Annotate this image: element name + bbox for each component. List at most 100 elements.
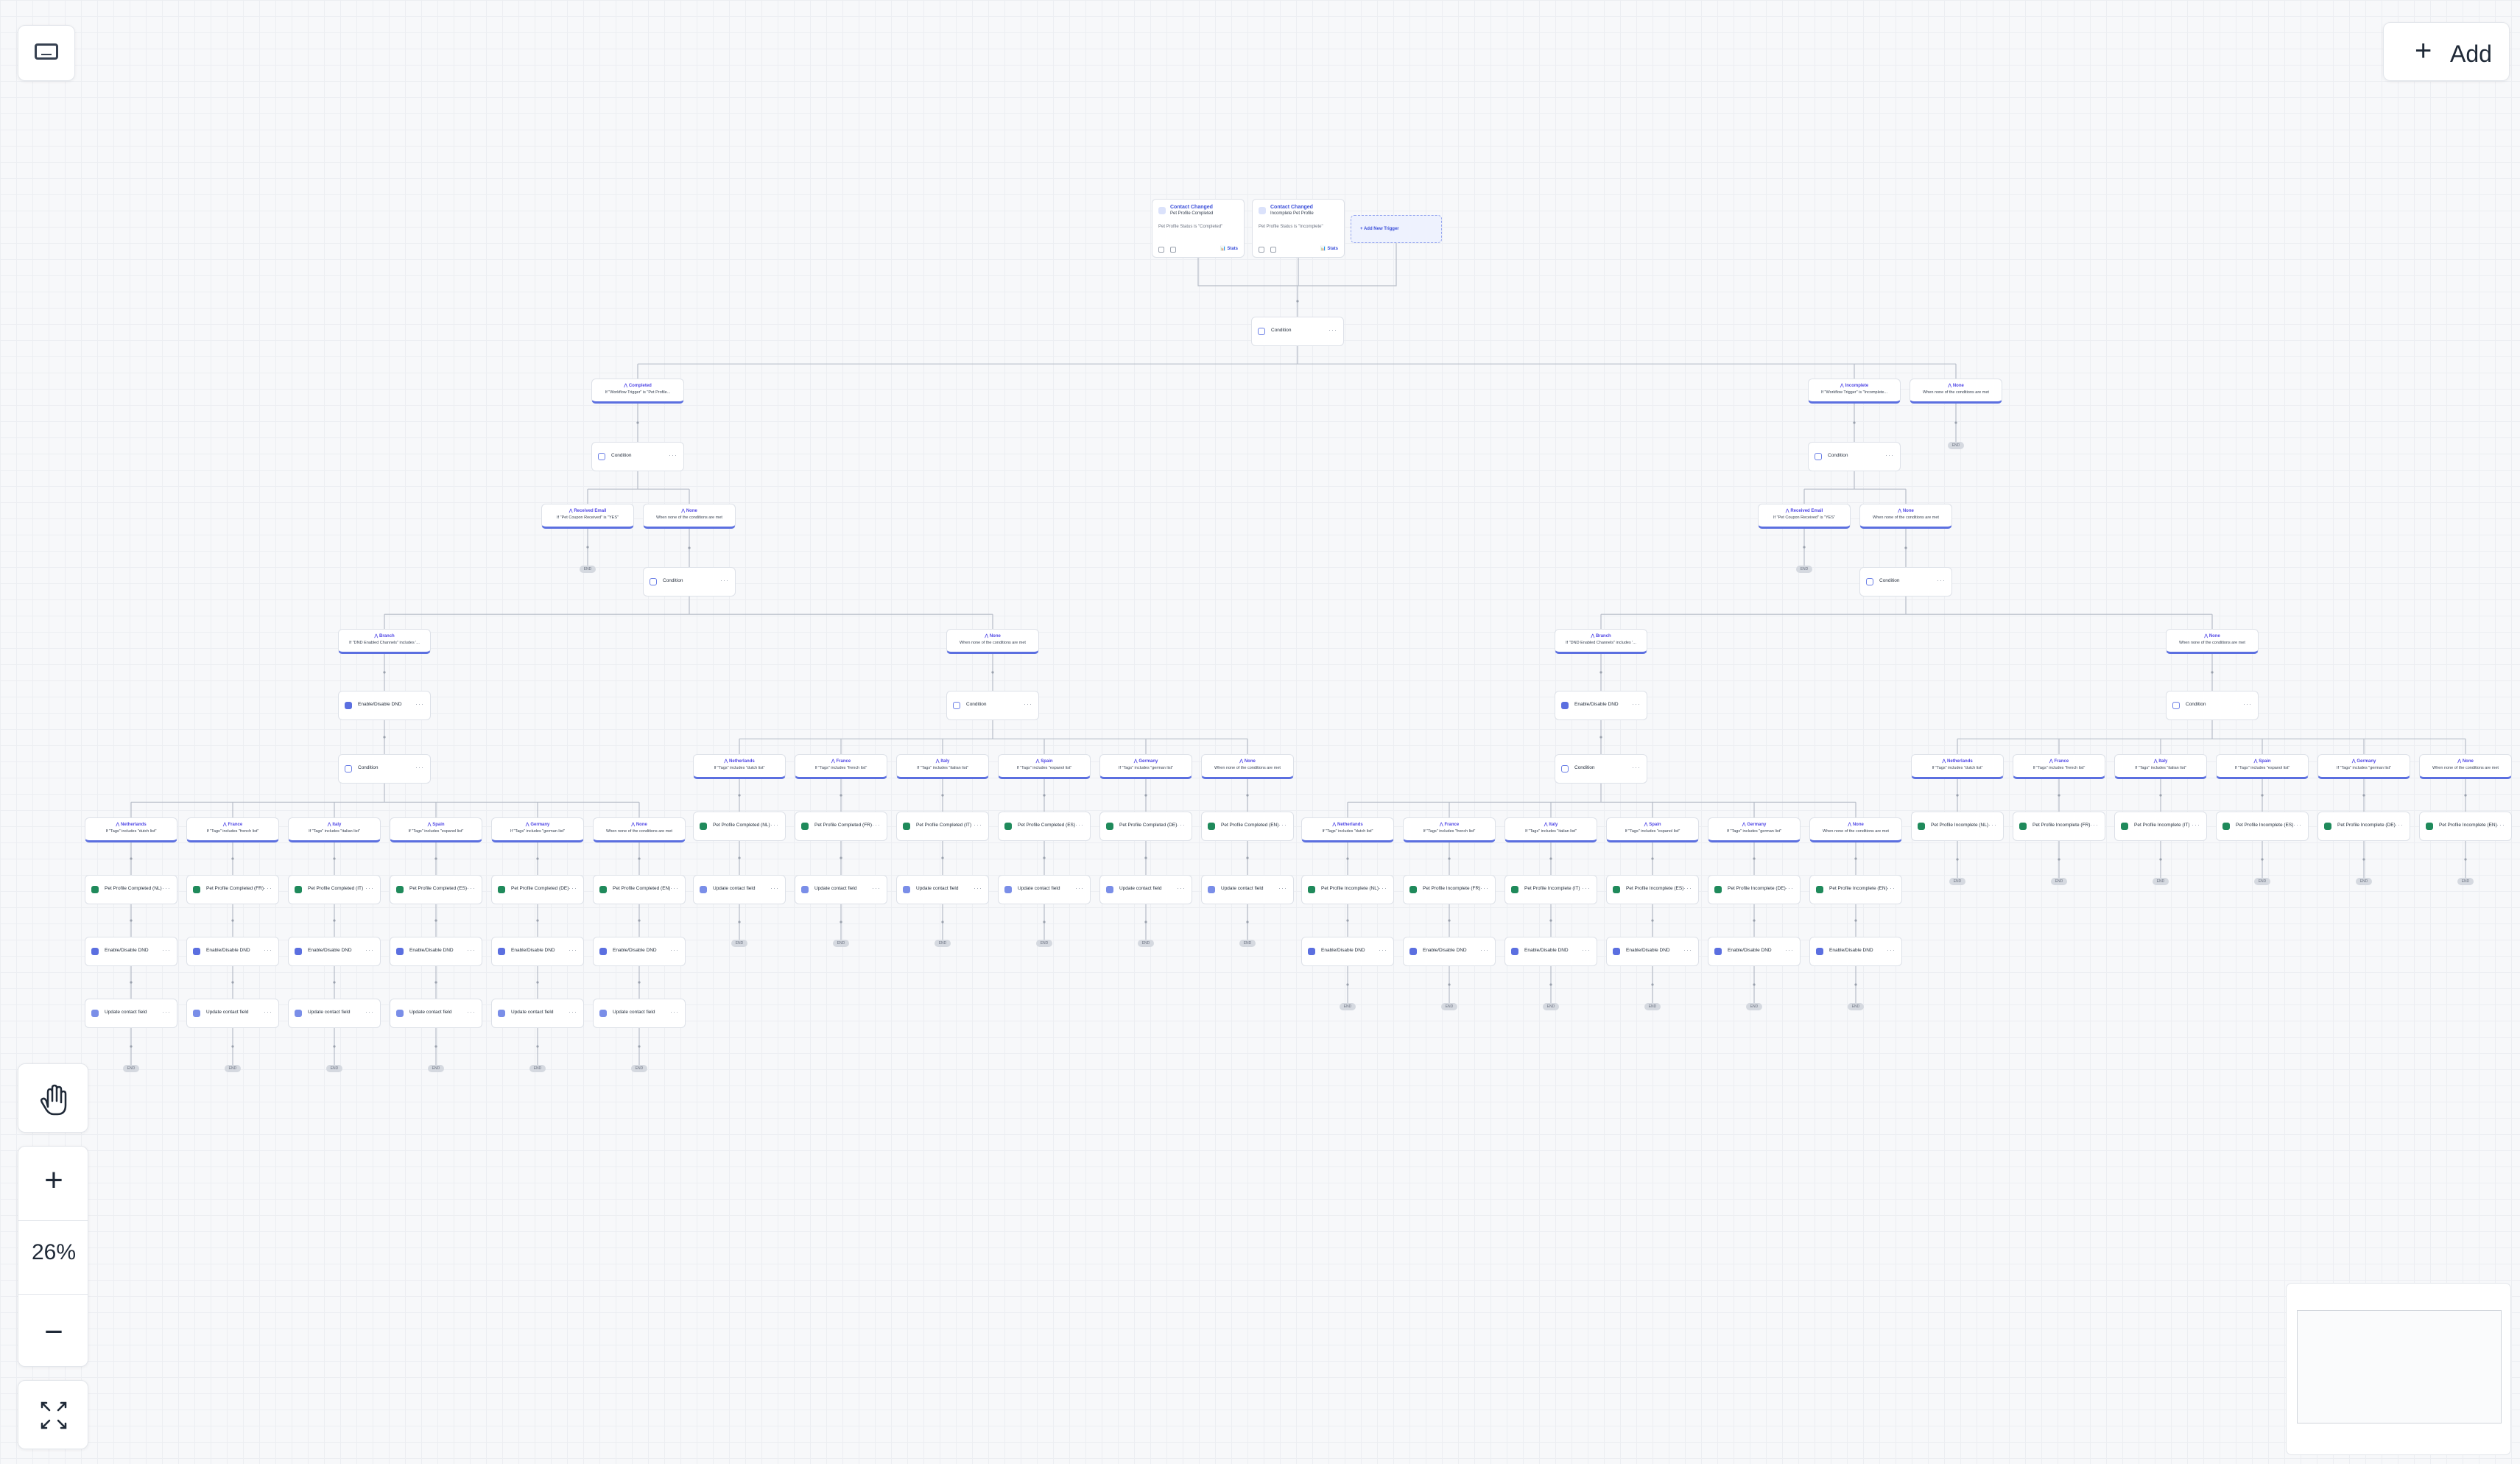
workflow-canvas[interactable]: Contact Changed Pet Profile Completed Pet … xyxy=(0,0,2520,1464)
more-options-icon[interactable]: ··· xyxy=(670,1008,679,1016)
fit-view-button[interactable] xyxy=(18,1380,88,1449)
cond-node[interactable]: Condition ··· xyxy=(1808,442,1901,471)
more-options-icon[interactable]: ··· xyxy=(2090,821,2099,828)
more-options-icon[interactable]: ··· xyxy=(872,821,881,828)
pen-node[interactable]: Enable/Disable DND ··· xyxy=(1708,937,1801,966)
more-options-icon[interactable]: ··· xyxy=(1480,946,1489,954)
tag-node[interactable]: Pet Profile Incomplete (DE) ··· xyxy=(2317,812,2410,841)
pen-node[interactable]: Enable/Disable DND ··· xyxy=(1809,937,1902,966)
tag-node[interactable]: Pet Profile Incomplete (ES) ··· xyxy=(1606,875,1699,904)
branch-node[interactable]: ⋀ Netherlands If "Tags" includes "dutch l… xyxy=(1911,754,2004,779)
tag-node[interactable]: Pet Profile Incomplete (EN) ··· xyxy=(1809,875,1902,904)
tag-node[interactable]: Pet Profile Completed (NL) ··· xyxy=(693,812,786,841)
trigger-node-2[interactable]: Contact Changed Incomplete Pet Profile Pet… xyxy=(1252,199,1345,258)
more-options-icon[interactable]: ··· xyxy=(1683,884,1692,892)
cond-node[interactable]: Condition ··· xyxy=(643,567,736,596)
branch-node[interactable]: ⋀ None When none of the conditions are me… xyxy=(643,504,736,529)
user-node[interactable]: Update contact field ··· xyxy=(896,875,989,904)
more-options-icon[interactable]: ··· xyxy=(2243,700,2252,708)
user-node[interactable]: Update contact field ··· xyxy=(593,999,686,1028)
tag-node[interactable]: Pet Profile Completed (ES) ··· xyxy=(998,812,1091,841)
pen-node[interactable]: Enable/Disable DND ··· xyxy=(1555,691,1647,720)
more-options-icon[interactable]: ··· xyxy=(415,700,424,708)
more-options-icon[interactable]: ··· xyxy=(1785,946,1794,954)
tag-node[interactable]: Pet Profile Completed (IT) ··· xyxy=(896,812,989,841)
pen-node[interactable]: Enable/Disable DND ··· xyxy=(85,937,177,966)
tag-node[interactable]: Pet Profile Completed (DE) ··· xyxy=(1099,812,1192,841)
branch-node[interactable]: ⋀ France If "Tags" includes "french list" xyxy=(186,817,279,842)
delete-icon[interactable] xyxy=(1170,247,1176,253)
tag-node[interactable]: Pet Profile Completed (NL) ··· xyxy=(85,875,177,904)
more-options-icon[interactable]: ··· xyxy=(1887,884,1896,892)
more-options-icon[interactable]: ··· xyxy=(670,884,679,892)
more-options-icon[interactable]: ··· xyxy=(365,946,374,954)
more-options-icon[interactable]: ··· xyxy=(770,884,779,892)
more-options-icon[interactable]: ··· xyxy=(1075,821,1084,828)
more-options-icon[interactable]: ··· xyxy=(670,946,679,954)
cond-node[interactable]: Condition ··· xyxy=(1859,567,1952,596)
more-options-icon[interactable]: ··· xyxy=(669,451,677,459)
user-node[interactable]: Update contact field ··· xyxy=(1201,875,1294,904)
user-node[interactable]: Update contact field ··· xyxy=(998,875,1091,904)
user-node[interactable]: Update contact field ··· xyxy=(85,999,177,1028)
branch-node[interactable]: ⋀ Italy If "Tags" includes "italian list" xyxy=(896,754,989,779)
tag-node[interactable]: Pet Profile Incomplete (FR) ··· xyxy=(2013,812,2105,841)
copy-icon[interactable] xyxy=(1259,247,1264,253)
branch-node[interactable]: ⋀ None When none of the conditions are me… xyxy=(1201,754,1294,779)
tag-node[interactable]: Pet Profile Incomplete (ES) ··· xyxy=(2216,812,2309,841)
branch-node[interactable]: ⋀ Netherlands If "Tags" includes "dutch l… xyxy=(85,817,177,842)
tag-node[interactable]: Pet Profile Completed (EN) ··· xyxy=(1201,812,1294,841)
minimap[interactable] xyxy=(2286,1283,2511,1455)
pen-node[interactable]: Enable/Disable DND ··· xyxy=(338,691,431,720)
more-options-icon[interactable]: ··· xyxy=(2293,821,2302,828)
more-options-icon[interactable]: ··· xyxy=(467,1008,476,1016)
pan-tool-button[interactable] xyxy=(18,1063,88,1133)
more-options-icon[interactable]: ··· xyxy=(720,577,729,584)
minimap-viewport[interactable] xyxy=(2297,1310,2502,1423)
branch-node[interactable]: ⋀ Italy If "Tags" includes "italian list" xyxy=(2114,754,2207,779)
pen-node[interactable]: Enable/Disable DND ··· xyxy=(186,937,279,966)
tag-node[interactable]: Pet Profile Completed (DE) ··· xyxy=(491,875,584,904)
more-options-icon[interactable]: ··· xyxy=(162,884,171,892)
branch-node[interactable]: ⋀ Branch If "DND Enabled Channels" includ… xyxy=(338,629,431,654)
branch-node[interactable]: ⋀ Received Email If "Pet Coupon Received"… xyxy=(541,504,634,529)
branch-node[interactable]: ⋀ Netherlands If "Tags" includes "dutch l… xyxy=(1301,817,1394,842)
branch-node[interactable]: ⋀ Italy If "Tags" includes "italian list" xyxy=(288,817,381,842)
user-node[interactable]: Update contact field ··· xyxy=(795,875,887,904)
branch-node[interactable]: ⋀ Spain If "Tags" includes "espanol list" xyxy=(390,817,482,842)
more-options-icon[interactable]: ··· xyxy=(1785,884,1794,892)
pen-node[interactable]: Enable/Disable DND ··· xyxy=(288,937,381,966)
cond-node[interactable]: Condition ··· xyxy=(946,691,1039,720)
cond-node[interactable]: Condition ··· xyxy=(338,754,431,784)
more-options-icon[interactable]: ··· xyxy=(2395,821,2404,828)
tag-node[interactable]: Pet Profile Incomplete (EN) ··· xyxy=(2419,812,2512,841)
add-new-trigger-button[interactable]: + Add New Trigger xyxy=(1351,215,1442,243)
more-options-icon[interactable]: ··· xyxy=(365,884,374,892)
tag-node[interactable]: Pet Profile Incomplete (IT) ··· xyxy=(2114,812,2207,841)
more-options-icon[interactable]: ··· xyxy=(162,1008,171,1016)
more-options-icon[interactable]: ··· xyxy=(1582,884,1591,892)
pen-node[interactable]: Enable/Disable DND ··· xyxy=(1606,937,1699,966)
branch-node[interactable]: ⋀ Spain If "Tags" includes "espanol list" xyxy=(2216,754,2309,779)
user-node[interactable]: Update contact field ··· xyxy=(693,875,786,904)
more-options-icon[interactable]: ··· xyxy=(1937,577,1946,584)
more-options-icon[interactable]: ··· xyxy=(415,764,424,771)
branch-node[interactable]: ⋀ Netherlands If "Tags" includes "dutch l… xyxy=(693,754,786,779)
zoom-out-button[interactable]: − xyxy=(18,1312,89,1353)
more-options-icon[interactable]: ··· xyxy=(1278,821,1287,828)
branch-node[interactable]: ⋀ Spain If "Tags" includes "espanol list" xyxy=(1606,817,1699,842)
more-options-icon[interactable]: ··· xyxy=(2192,821,2200,828)
pen-node[interactable]: Enable/Disable DND ··· xyxy=(491,937,584,966)
tag-node[interactable]: Pet Profile Completed (FR) ··· xyxy=(795,812,887,841)
branch-node[interactable]: ⋀ Branch If "DND Enabled Channels" includ… xyxy=(1555,629,1647,654)
more-options-icon[interactable]: ··· xyxy=(569,1008,577,1016)
more-options-icon[interactable]: ··· xyxy=(1024,700,1032,708)
more-options-icon[interactable]: ··· xyxy=(162,946,171,954)
more-options-icon[interactable]: ··· xyxy=(365,1008,374,1016)
tag-node[interactable]: Pet Profile Completed (ES) ··· xyxy=(390,875,482,904)
more-options-icon[interactable]: ··· xyxy=(2496,821,2505,828)
more-options-icon[interactable]: ··· xyxy=(1379,884,1387,892)
more-options-icon[interactable]: ··· xyxy=(1885,451,1894,459)
tag-node[interactable]: Pet Profile Incomplete (NL) ··· xyxy=(1301,875,1394,904)
more-options-icon[interactable]: ··· xyxy=(569,946,577,954)
